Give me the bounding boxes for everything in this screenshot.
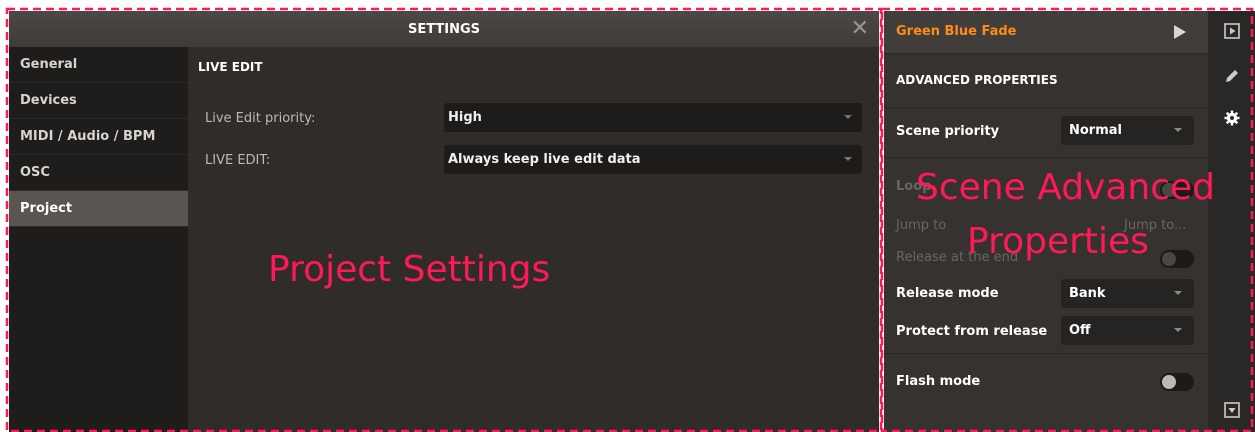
annotation-boxes (5, 7, 1254, 432)
project-settings-box (5, 7, 883, 432)
scene-advanced-annotation-line2: Properties (967, 221, 1149, 262)
scene-advanced-annotation-line1: Scene Advanced (916, 167, 1216, 208)
scene-advanced-box (880, 7, 1254, 432)
project-settings-annotation: Project Settings (268, 249, 551, 290)
app-window: SETTINGS ✕ General Devices MIDI / Audio … (0, 0, 1255, 432)
